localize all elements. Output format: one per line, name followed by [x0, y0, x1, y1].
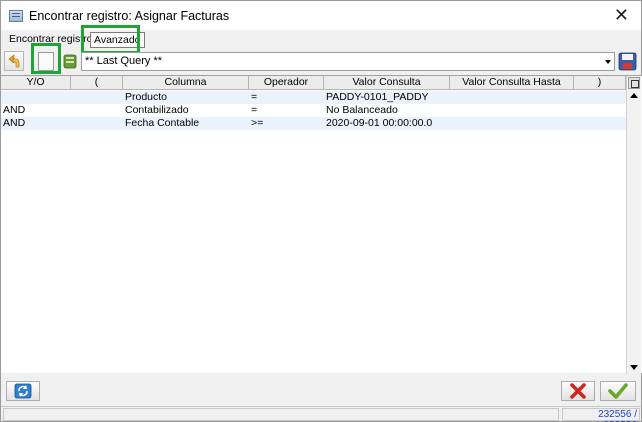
undo-button[interactable] — [4, 51, 24, 71]
dropdown-icon[interactable] — [602, 53, 614, 70]
ok-button[interactable] — [600, 381, 636, 401]
and-or-cell[interactable] — [1, 91, 71, 104]
tab-advanced[interactable]: Avanzado — [90, 32, 145, 48]
open-paren-cell[interactable] — [71, 91, 123, 104]
column-cell[interactable]: Producto — [123, 91, 249, 104]
and-or-cell[interactable]: AND — [1, 117, 71, 130]
cancel-button[interactable] — [561, 381, 595, 401]
status-bar: 232556 / 232556 — [1, 406, 641, 422]
query-value-cell[interactable]: No Balanceado — [324, 104, 450, 117]
status-message — [3, 408, 559, 421]
record-count: 232556 / 232556 — [562, 408, 640, 422]
vertical-scrollbar[interactable] — [626, 76, 641, 374]
query-grid: Y/O ( Columna Operador Valor Consulta Va… — [1, 75, 642, 374]
toolbar: ** Last Query ** — [1, 50, 641, 74]
query-value-to-cell[interactable] — [450, 104, 574, 117]
ok-icon — [608, 383, 628, 399]
close-paren-cell[interactable] — [574, 117, 626, 130]
window-icon — [9, 10, 23, 22]
window-title: Encontrar registro: Asignar Facturas — [29, 9, 230, 23]
column-header[interactable]: ( — [71, 76, 123, 90]
new-record-button[interactable] — [38, 52, 54, 71]
scroll-down-icon[interactable] — [630, 365, 638, 370]
query-select-value: ** Last Query ** — [85, 55, 163, 67]
column-header[interactable]: Operador — [249, 76, 324, 90]
database-icon[interactable] — [63, 54, 77, 69]
undo-icon — [8, 54, 20, 68]
column-header[interactable]: Valor Consulta — [324, 76, 450, 90]
close-icon[interactable]: ✕ — [614, 4, 629, 26]
title-bar: Encontrar registro: Asignar Facturas ✕ — [0, 0, 642, 30]
refresh-icon — [14, 383, 32, 399]
table-row[interactable]: AND Contabilizado = No Balanceado — [1, 104, 626, 117]
tab-find-record[interactable]: Encontrar registro — [9, 33, 92, 45]
column-header[interactable]: ) — [574, 76, 626, 90]
operator-cell[interactable]: >= — [249, 117, 324, 130]
table-row[interactable]: Producto = PADDY-0101_PADDY — [1, 91, 626, 104]
close-paren-cell[interactable] — [574, 104, 626, 117]
column-chooser-icon[interactable] — [628, 77, 640, 89]
scroll-up-icon[interactable] — [630, 93, 638, 98]
save-icon[interactable] — [618, 52, 637, 71]
and-or-cell[interactable]: AND — [1, 104, 71, 117]
column-header[interactable]: Columna — [123, 76, 249, 90]
refresh-button[interactable] — [6, 381, 40, 401]
cancel-icon — [570, 383, 586, 399]
open-paren-cell[interactable] — [71, 104, 123, 117]
table-row[interactable]: AND Fecha Contable >= 2020-09-01 00:00:0… — [1, 117, 626, 130]
operator-cell[interactable]: = — [249, 104, 324, 117]
tab-strip: Encontrar registro Avanzado — [1, 30, 641, 48]
open-paren-cell[interactable] — [71, 117, 123, 130]
query-value-cell[interactable]: PADDY-0101_PADDY — [324, 91, 450, 104]
query-value-cell[interactable]: 2020-09-01 00:00:00.0 — [324, 117, 450, 130]
column-cell[interactable]: Contabilizado — [123, 104, 249, 117]
grid-header: Y/O ( Columna Operador Valor Consulta Va… — [1, 76, 626, 90]
dialog-body: Encontrar registro Avanzado ** Last Quer… — [0, 25, 642, 422]
column-cell[interactable]: Fecha Contable — [123, 117, 249, 130]
column-header[interactable]: Y/O — [1, 76, 71, 90]
query-select[interactable]: ** Last Query ** — [81, 52, 615, 71]
query-value-to-cell[interactable] — [450, 117, 574, 130]
query-value-to-cell[interactable] — [450, 91, 574, 104]
column-header[interactable]: Valor Consulta Hasta — [450, 76, 574, 90]
operator-cell[interactable]: = — [249, 91, 324, 104]
close-paren-cell[interactable] — [574, 91, 626, 104]
